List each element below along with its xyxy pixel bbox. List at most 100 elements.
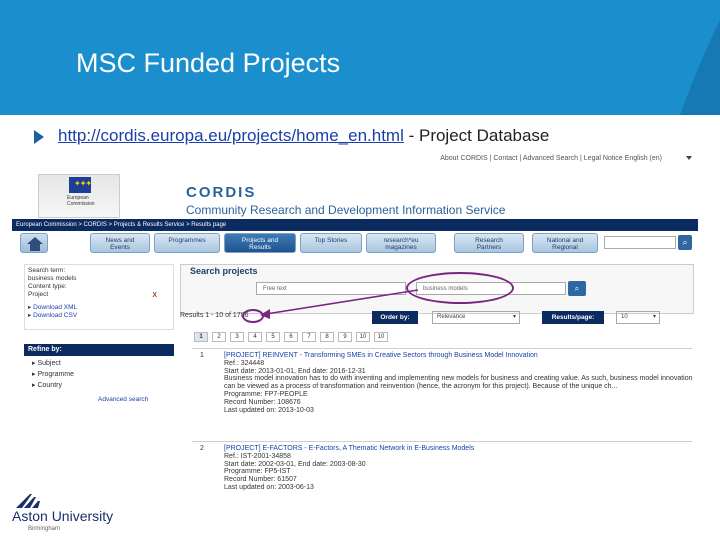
result-title[interactable]: [PROJECT] REINVENT - Transforming SMEs i…	[224, 352, 694, 360]
tab-top-stories[interactable]: Top Stories	[300, 233, 362, 253]
tab-label: News and Events	[105, 237, 135, 251]
results-per-page-label: Results/page:	[542, 311, 604, 324]
slide-title: MSC Funded Projects	[76, 48, 341, 78]
results-range: Results 1 - 10	[180, 312, 224, 319]
tab-research-partners[interactable]: Research Partners	[454, 233, 524, 253]
result-record-number: Record Number: 108676	[224, 398, 301, 406]
remove-criteria-button[interactable]: X	[152, 292, 157, 300]
ec-logo[interactable]: ✦✦✦ European Commission	[38, 174, 120, 218]
home-icon	[27, 237, 43, 244]
tab-label: Projects and Results	[241, 237, 279, 251]
tab-programmes[interactable]: Programmes	[154, 233, 220, 253]
result-title[interactable]: [PROJECT] E-FACTORS - E-Factors, A Thema…	[224, 445, 694, 453]
download-xml-link[interactable]: Download XML	[33, 304, 77, 311]
result-divider	[192, 441, 692, 442]
refine-item-programme[interactable]: ▸ Programme	[32, 369, 174, 380]
bullet-line: http://cordis.europa.eu/projects/home_en…	[58, 126, 549, 146]
page-8[interactable]: 8	[320, 332, 334, 342]
result-dates: Start date: 2013-01-01, End date: 2016-1…	[224, 367, 366, 375]
advanced-search-link[interactable]: Advanced search	[98, 396, 148, 403]
page-3[interactable]: 3	[230, 332, 244, 342]
cordis-tagline: Community Research and Development Infor…	[186, 203, 506, 217]
page-2[interactable]: 2	[212, 332, 226, 342]
refine-item-country[interactable]: ▸ Country	[32, 380, 174, 391]
refine-item-subject[interactable]: ▸ Subject	[32, 358, 174, 369]
refine-item-label: Subject	[37, 360, 61, 367]
page-10[interactable]: 10	[356, 332, 370, 342]
main-nav: News and Events Programmes Projects and …	[12, 232, 698, 254]
cordis-link[interactable]: http://cordis.europa.eu/projects/home_en…	[58, 126, 404, 145]
scroll-down-icon[interactable]	[686, 156, 692, 160]
search-projects-button[interactable]: ⌕	[568, 281, 586, 296]
refine-item-label: Country	[37, 382, 62, 389]
search-term-label: Search term:	[28, 267, 66, 274]
tab-projects-results[interactable]: Projects and Results	[224, 233, 296, 253]
order-by-label: Order by:	[372, 311, 418, 324]
eu-flag-icon: ✦✦✦	[69, 177, 92, 193]
page-9[interactable]: 9	[338, 332, 352, 342]
slide: MSC Funded Projects http://cordis.europa…	[0, 0, 720, 540]
aston-subtitle: Birmingham	[28, 526, 61, 532]
tab-national-regional[interactable]: National and Regional	[532, 233, 598, 253]
tab-label: Programmes	[168, 237, 206, 244]
result-record-number: Record Number: 61507	[224, 476, 297, 484]
search-term-value: business models	[28, 275, 77, 282]
result-ref: Ref.: IST-2001-34858	[224, 452, 291, 460]
tab-news-events[interactable]: News and Events	[90, 233, 150, 253]
bullet-arrow-icon	[34, 130, 44, 144]
tab-research-eu-magazines[interactable]: research*eu magazines	[366, 233, 436, 253]
ec-logo-text: European Commission	[67, 195, 95, 207]
cordis-top-links[interactable]: About CORDIS | Contact | Advanced Search…	[440, 155, 662, 162]
results-per-page-select[interactable]: 10 ▾	[616, 311, 660, 324]
tab-label: Top Stories	[314, 237, 348, 244]
tab-label: Research Partners	[475, 237, 503, 251]
result-programme: Programme: FP7-PEOPLE	[224, 390, 308, 398]
page-7[interactable]: 7	[302, 332, 316, 342]
result-item: [PROJECT] REINVENT - Transforming SMEs i…	[224, 352, 694, 414]
page-6[interactable]: 6	[284, 332, 298, 342]
page-next[interactable]: 10	[374, 332, 388, 342]
highlight-ellipse-results	[242, 309, 264, 323]
result-dates: Start date: 2002-03-01, End date: 2003-0…	[224, 460, 366, 468]
order-by-select[interactable]: Relevance ▾	[432, 311, 520, 324]
result-updated: Last updated on: 2003-06-13	[224, 483, 314, 491]
site-search-button[interactable]: ⌕	[678, 235, 692, 250]
search-criteria-box: Search term: business models Content typ…	[24, 264, 174, 330]
tab-label: research*eu magazines	[383, 237, 419, 251]
result-item: [PROJECT] E-FACTORS - E-Factors, A Thema…	[224, 445, 694, 492]
breadcrumb[interactable]: European Commission > CORDIS > Projects …	[12, 219, 698, 231]
order-by-value: Relevance	[437, 314, 466, 320]
home-button[interactable]	[20, 233, 48, 253]
result-description: Business model innovation has to do with…	[224, 375, 693, 391]
tab-label: National and Regional	[546, 237, 584, 251]
aston-logo-icon	[16, 494, 40, 508]
result-ref: Ref.: 324448	[224, 359, 265, 367]
result-updated: Last updated on: 2013-10-03	[224, 406, 314, 414]
home-icon-body	[30, 244, 40, 251]
results-summary: Results 1 - 10 of 1786	[180, 312, 249, 319]
results-per-page-value: 10	[621, 314, 628, 320]
slide-header: MSC Funded Projects	[0, 0, 720, 115]
aston-university-brand: Aston University	[12, 508, 114, 524]
content-type-value: Project	[28, 291, 49, 298]
cordis-screenshot: About CORDIS | Contact | Advanced Search…	[12, 152, 698, 512]
chevron-down-icon: ▾	[512, 314, 516, 320]
cordis-brand[interactable]: CORDIS	[186, 184, 256, 201]
result-number: 1	[200, 352, 204, 359]
result-number: 2	[200, 445, 204, 452]
download-csv-link[interactable]: Download CSV	[33, 312, 77, 319]
content-type-label: Content type:	[28, 283, 67, 290]
refine-by-header: Refine by:	[24, 344, 174, 356]
refine-list: ▸ Subject ▸ Programme ▸ Country	[24, 358, 174, 391]
chevron-down-icon: ▾	[652, 314, 656, 320]
refine-item-label: Programme	[37, 371, 75, 378]
page-1[interactable]: 1	[194, 332, 208, 342]
page-5[interactable]: 5	[266, 332, 280, 342]
page-4[interactable]: 4	[248, 332, 262, 342]
search-projects-title: Search projects	[190, 266, 258, 276]
result-programme: Programme: FP5-IST	[224, 468, 291, 476]
result-divider	[192, 348, 692, 349]
highlight-ellipse-keyword	[406, 272, 514, 304]
bullet-suffix: - Project Database	[403, 126, 550, 145]
site-search-input[interactable]	[604, 236, 676, 249]
